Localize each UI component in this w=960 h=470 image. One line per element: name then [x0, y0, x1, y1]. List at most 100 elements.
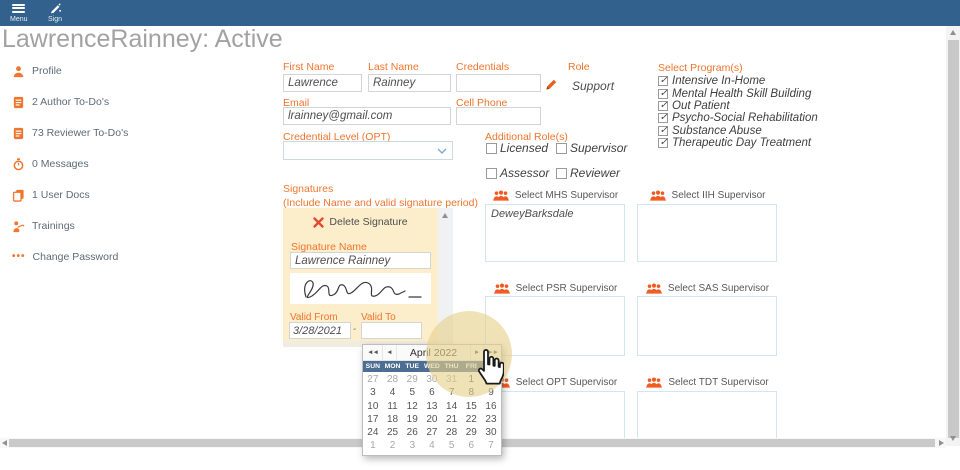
calendar-day-cell[interactable]: 4 — [422, 439, 442, 452]
role-option[interactable]: Licensed — [486, 141, 556, 155]
calendar-day-cell[interactable]: 10 — [363, 400, 383, 413]
valid-to-input[interactable] — [361, 322, 422, 339]
role-option[interactable]: Reviewer — [556, 166, 627, 180]
credential-level-select[interactable] — [283, 141, 453, 160]
calendar-day-cell[interactable]: 28 — [383, 373, 403, 386]
calendar-day-cell[interactable]: 20 — [422, 413, 442, 426]
sidebar-item-author-todos[interactable]: 2 Author To-Do's — [12, 95, 128, 109]
sas-supervisor-box[interactable] — [637, 296, 777, 356]
calendar-day-cell[interactable]: 24 — [363, 426, 383, 439]
iih-supervisor-box[interactable] — [637, 204, 777, 262]
program-checkbox[interactable] — [658, 113, 668, 123]
calendar-day-cell[interactable]: 8 — [461, 386, 481, 399]
calendar-next-year-button[interactable]: ►► — [484, 345, 501, 360]
program-checkbox[interactable] — [658, 138, 668, 148]
sidebar-item-profile[interactable]: Profile — [12, 64, 128, 78]
sidebar-item-messages[interactable]: 0 Messages — [12, 157, 128, 171]
calendar-day-cell[interactable]: 29 — [402, 373, 422, 386]
calendar-day-cell[interactable]: 7 — [442, 386, 462, 399]
role-checkbox[interactable] — [486, 143, 497, 154]
role-checkbox[interactable] — [486, 168, 497, 179]
calendar-day-cell[interactable]: 16 — [481, 400, 501, 413]
program-option[interactable]: Mental Health Skill Building — [658, 87, 818, 99]
calendar-day-cell[interactable]: 21 — [442, 413, 462, 426]
edit-role-pencil-icon[interactable] — [545, 78, 558, 91]
program-option[interactable]: Therapeutic Day Treatment — [658, 137, 818, 149]
signature-name-input[interactable] — [290, 252, 431, 269]
calendar-day-cell[interactable]: 3 — [402, 439, 422, 452]
program-option[interactable]: Psycho-Social Rehabilitation — [658, 112, 818, 124]
last-name-input[interactable] — [368, 74, 451, 92]
calendar-prev-month-button[interactable]: ◄ — [383, 345, 397, 360]
delete-signature-button[interactable]: Delete Signature — [283, 216, 438, 228]
select-tdt-supervisor-button[interactable]: Select TDT Supervisor — [637, 377, 777, 388]
signature-panel-vscroll[interactable] — [438, 208, 453, 347]
calendar-day-cell[interactable]: 31 — [442, 373, 462, 386]
calendar-next-month-button[interactable]: ► — [470, 345, 484, 360]
calendar-day-cell[interactable]: 22 — [461, 413, 481, 426]
calendar-day-cell[interactable]: 26 — [402, 426, 422, 439]
calendar-day-cell[interactable]: 14 — [442, 400, 462, 413]
role-option[interactable]: Assessor — [486, 166, 556, 180]
sidebar-item-trainings[interactable]: Trainings — [12, 219, 128, 233]
program-option[interactable]: Out Patient — [658, 100, 818, 112]
calendar-day-cell[interactable]: 5 — [442, 439, 462, 452]
sidebar-item-reviewer-todos[interactable]: 73 Reviewer To-Do's — [12, 126, 128, 140]
role-option[interactable]: Supervisor — [556, 141, 627, 155]
vertical-scrollbar[interactable] — [946, 26, 960, 446]
calendar-day-cell[interactable]: 2 — [383, 439, 403, 452]
calendar-day-cell[interactable]: 30 — [422, 373, 442, 386]
select-opt-supervisor-button[interactable]: Select OPT Supervisor — [485, 377, 625, 388]
cell-phone-input[interactable] — [456, 107, 541, 125]
program-checkbox[interactable] — [658, 89, 668, 99]
program-option[interactable]: Intensive In-Home — [658, 75, 818, 87]
program-checkbox[interactable] — [658, 76, 668, 86]
calendar-day-cell[interactable]: 28 — [442, 426, 462, 439]
calendar-day-cell[interactable]: 27 — [422, 426, 442, 439]
valid-from-input[interactable] — [289, 322, 351, 339]
calendar-day-cell[interactable]: 3 — [363, 386, 383, 399]
credentials-input[interactable] — [456, 74, 541, 92]
calendar-day-cell[interactable]: 5 — [402, 386, 422, 399]
calendar-prev-year-button[interactable]: ◄◄ — [363, 345, 383, 360]
calendar-day-cell[interactable]: 7 — [481, 439, 501, 452]
select-mhs-supervisor-button[interactable]: Select MHS Supervisor — [485, 190, 625, 201]
calendar-day-cell[interactable]: 19 — [402, 413, 422, 426]
calendar-day-cell[interactable]: 9 — [481, 386, 501, 399]
calendar-day-cell[interactable]: 1 — [363, 439, 383, 452]
calendar-day-cell[interactable]: 29 — [461, 426, 481, 439]
calendar-day-cell[interactable]: 13 — [422, 400, 442, 413]
calendar-day-cell[interactable]: 25 — [383, 426, 403, 439]
calendar-day-cell[interactable]: 18 — [383, 413, 403, 426]
calendar-day-cell[interactable]: 4 — [383, 386, 403, 399]
calendar-day-cell[interactable]: 17 — [363, 413, 383, 426]
program-checkbox[interactable] — [658, 126, 668, 136]
role-checkbox[interactable] — [556, 143, 567, 154]
calendar-day-cell[interactable]: 27 — [363, 373, 383, 386]
calendar-day-cell[interactable]: 2 — [481, 373, 501, 386]
calendar-day-cell[interactable]: 12 — [402, 400, 422, 413]
email-input[interactable] — [283, 107, 451, 125]
calendar-day-cell[interactable]: 6 — [461, 439, 481, 452]
sign-button[interactable]: Sign — [48, 2, 62, 23]
psr-supervisor-box[interactable] — [485, 296, 625, 356]
sidebar-item-change-password[interactable]: ••• Change Password — [12, 250, 128, 264]
calendar-day-cell[interactable]: 11 — [383, 400, 403, 413]
mhs-supervisor-box[interactable]: DeweyBarksdale — [485, 204, 625, 262]
calendar-month-title[interactable]: April 2022 — [397, 345, 470, 360]
calendar-day-cell[interactable]: 1 — [461, 373, 481, 386]
select-iih-supervisor-button[interactable]: Select IIH Supervisor — [637, 190, 777, 201]
calendar-day-cell[interactable]: 23 — [481, 413, 501, 426]
first-name-input[interactable] — [283, 74, 362, 92]
calendar-day-cell[interactable]: 6 — [422, 386, 442, 399]
calendar-day-cell[interactable]: 15 — [461, 400, 481, 413]
select-sas-supervisor-button[interactable]: Select SAS Supervisor — [637, 283, 777, 294]
menu-button[interactable]: Menu — [10, 2, 28, 23]
calendar-day-cell[interactable]: 30 — [481, 426, 501, 439]
select-psr-supervisor-button[interactable]: Select PSR Supervisor — [485, 283, 625, 294]
program-checkbox[interactable] — [658, 101, 668, 111]
role-checkbox[interactable] — [556, 168, 567, 179]
program-option[interactable]: Substance Abuse — [658, 125, 818, 137]
vertical-scrollbar-thumb[interactable] — [948, 40, 959, 438]
sidebar-item-user-docs[interactable]: 1 User Docs — [12, 188, 128, 202]
